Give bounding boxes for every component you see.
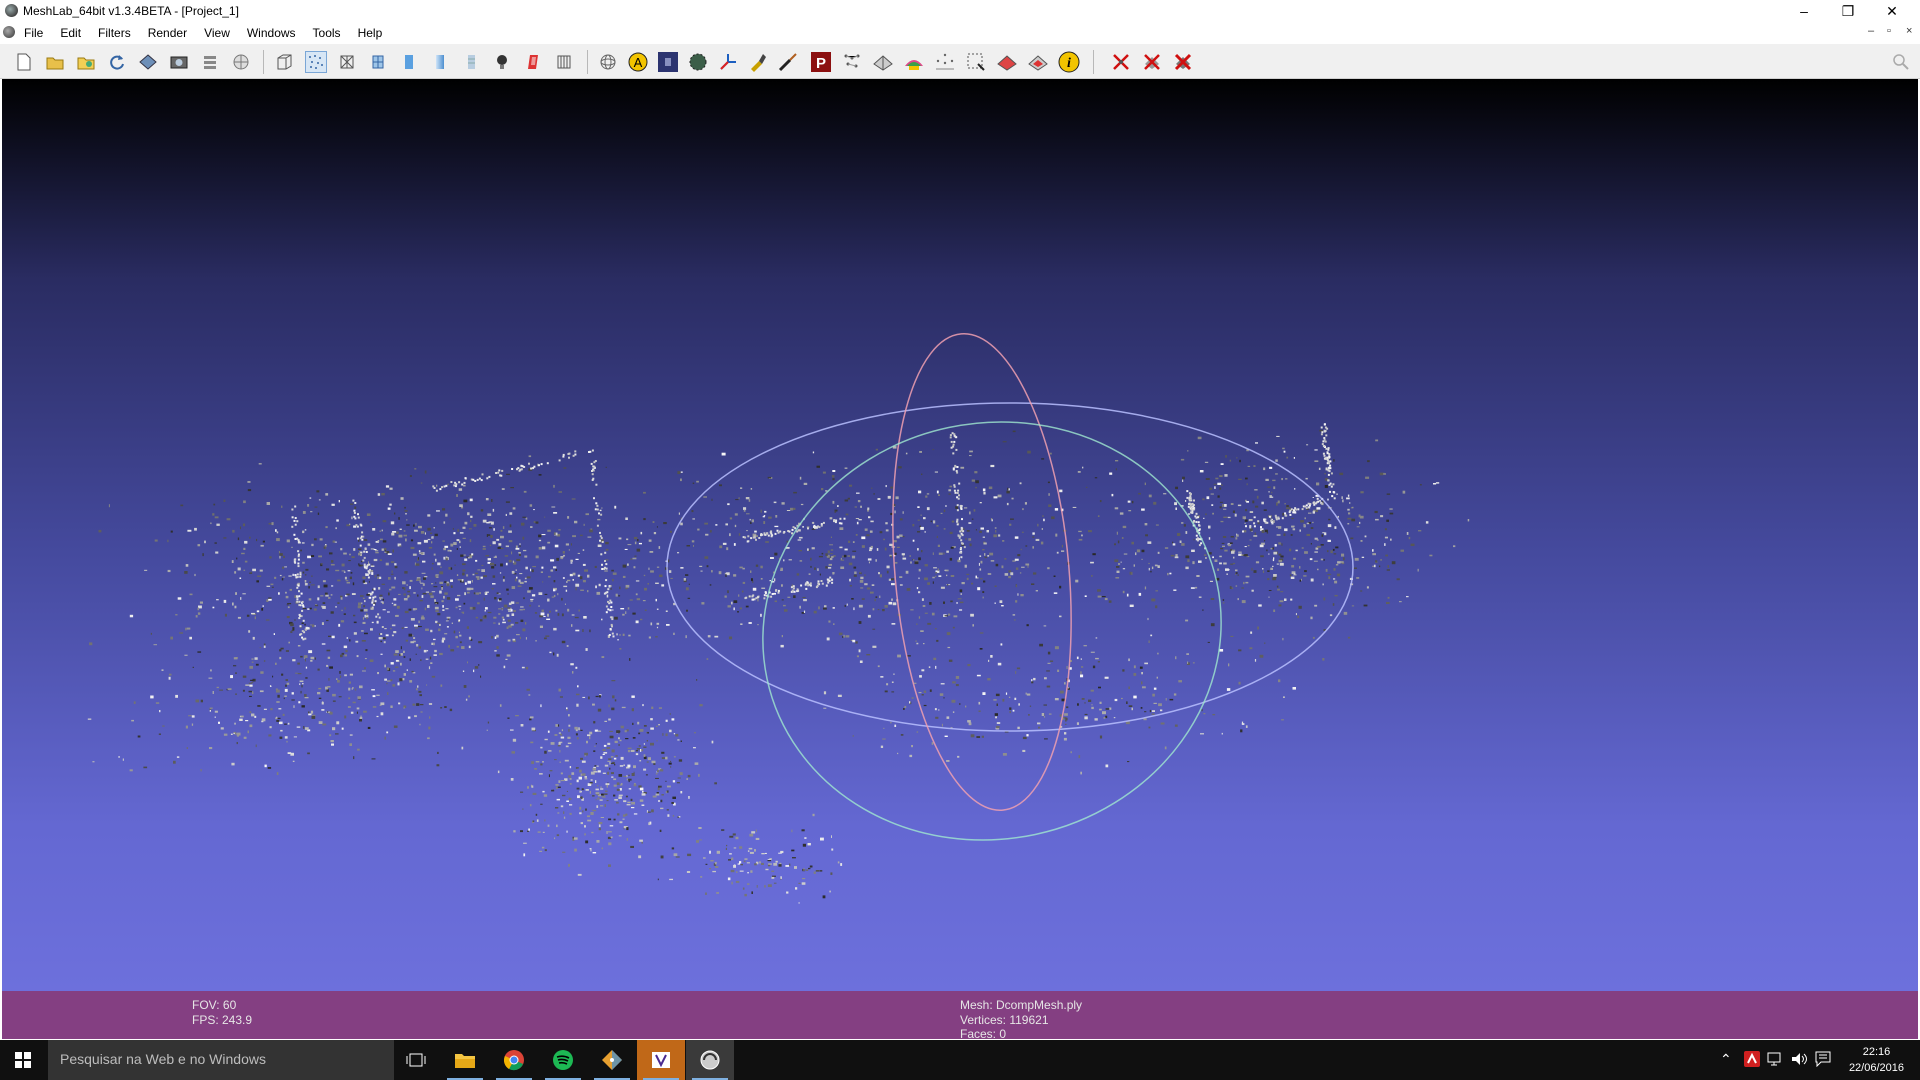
- open-mesh-icon[interactable]: [75, 51, 97, 73]
- search-input[interactable]: Pesquisar na Web e no Windows: [60, 1051, 266, 1067]
- sphere-icon[interactable]: [687, 51, 709, 73]
- fps-label: FPS: 243.9: [192, 1013, 253, 1027]
- fov-label: FOV: 60: [192, 998, 237, 1012]
- reference-icon[interactable]: [934, 51, 956, 73]
- reload-icon[interactable]: [106, 51, 128, 73]
- close-button[interactable]: ✕: [1870, 0, 1914, 22]
- mesh-edit-icon[interactable]: [872, 51, 894, 73]
- toolbar-separator: [1093, 50, 1094, 74]
- menu-help[interactable]: Help: [358, 26, 383, 40]
- spotify-icon[interactable]: [539, 1040, 587, 1080]
- color-icon[interactable]: [522, 51, 544, 73]
- bounding-box-icon[interactable]: [273, 51, 295, 73]
- points-icon[interactable]: [305, 51, 327, 73]
- faces-label: Faces: 0: [960, 1027, 1007, 1041]
- menu-bar: File Edit Filters Render View Windows To…: [0, 22, 1920, 44]
- 3d-viewport[interactable]: [2, 79, 1918, 991]
- trackball-vertical-ring: [892, 333, 1072, 811]
- delete-selection-icon[interactable]: [1110, 51, 1132, 73]
- toolbar-separator: [263, 50, 264, 74]
- render-mode-icon[interactable]: [230, 51, 252, 73]
- align-icon[interactable]: [841, 51, 863, 73]
- document-icon[interactable]: [3, 26, 15, 38]
- window-title: MeshLab_64bit v1.3.4BETA - [Project_1]: [23, 4, 239, 18]
- menu-tools[interactable]: Tools: [313, 26, 341, 40]
- save-icon[interactable]: [137, 51, 159, 73]
- minimize-button[interactable]: –: [1782, 0, 1826, 22]
- info-bar: FOV: 60 FPS: 243.9 Mesh: DcompMesh.ply V…: [2, 991, 1918, 1041]
- magnifier-icon[interactable]: [1890, 51, 1912, 73]
- raster-icon[interactable]: [657, 51, 679, 73]
- trackball-horizontal-ring: [666, 402, 1354, 732]
- texture-icon[interactable]: [460, 51, 482, 73]
- smooth-icon[interactable]: [429, 51, 451, 73]
- new-project-icon[interactable]: [13, 51, 35, 73]
- brush-icon[interactable]: [777, 51, 799, 73]
- annotation-icon[interactable]: A: [627, 51, 649, 73]
- start-button[interactable]: [0, 1040, 46, 1080]
- menu-windows[interactable]: Windows: [247, 26, 296, 40]
- select-vertices-icon[interactable]: [965, 51, 987, 73]
- mdi-close-button[interactable]: ×: [1906, 25, 1912, 37]
- select-faces-icon[interactable]: [996, 51, 1018, 73]
- antivirus-icon[interactable]: [1744, 1051, 1760, 1070]
- open-project-icon[interactable]: [44, 51, 66, 73]
- z-paint-icon[interactable]: [903, 51, 925, 73]
- flat-icon[interactable]: [398, 51, 420, 73]
- snapshot-icon[interactable]: [168, 51, 190, 73]
- mdi-restore-button[interactable]: ▫: [1887, 25, 1891, 37]
- svg-text:A: A: [634, 55, 643, 70]
- wireframe-icon[interactable]: [336, 51, 358, 73]
- svg-text:i: i: [1067, 56, 1071, 71]
- layer-dialog-icon[interactable]: [553, 51, 575, 73]
- mdi-minimize-button[interactable]: –: [1868, 25, 1874, 37]
- restore-button[interactable]: ❐: [1826, 0, 1870, 22]
- manipulator-icon[interactable]: [597, 51, 619, 73]
- menu-file[interactable]: File: [24, 26, 43, 40]
- info-icon[interactable]: i: [1058, 51, 1080, 73]
- clock-date: 22/06/2016: [1848, 1062, 1904, 1074]
- measure-icon[interactable]: [717, 51, 739, 73]
- delete-vertices-icon[interactable]: [1172, 51, 1194, 73]
- vertices-label: Vertices: 119621: [960, 1013, 1049, 1027]
- menu-render[interactable]: Render: [148, 26, 187, 40]
- taskbar: Pesquisar na Web e no Windows ⌃ 22:16 22…: [0, 1040, 1920, 1080]
- layers-icon[interactable]: [199, 51, 221, 73]
- delete-faces-icon[interactable]: [1141, 51, 1163, 73]
- light-icon[interactable]: [491, 51, 513, 73]
- chevron-up-icon[interactable]: ⌃: [1720, 1051, 1732, 1068]
- menu-view[interactable]: View: [204, 26, 230, 40]
- trackball-tilt-ring: [762, 421, 1222, 841]
- svg-text:P: P: [816, 55, 826, 72]
- task-view-icon[interactable]: [392, 1040, 440, 1080]
- menu-items: File Edit Filters Render View Windows To…: [24, 26, 399, 40]
- git-icon[interactable]: [588, 1040, 636, 1080]
- toolbar: A P i: [0, 44, 1920, 79]
- toolbar-separator: [587, 50, 588, 74]
- windows-logo-icon: [15, 1052, 31, 1068]
- title-bar: MeshLab_64bit v1.3.4BETA - [Project_1] –…: [0, 0, 1920, 22]
- hidden-lines-icon[interactable]: [367, 51, 389, 73]
- menu-filters[interactable]: Filters: [98, 26, 131, 40]
- network-icon[interactable]: [1767, 1051, 1785, 1070]
- clock-time: 22:16: [1862, 1046, 1891, 1058]
- notifications-icon[interactable]: [1815, 1051, 1831, 1070]
- pick-points-icon[interactable]: P: [810, 51, 832, 73]
- paint-icon[interactable]: [747, 51, 769, 73]
- file-explorer-icon[interactable]: [441, 1040, 489, 1080]
- meshlab-logo-icon: [5, 4, 18, 17]
- search-box[interactable]: Pesquisar na Web e no Windows: [48, 1040, 394, 1080]
- volume-icon[interactable]: [1791, 1051, 1809, 1070]
- meshlab-icon[interactable]: [686, 1040, 734, 1080]
- select-connected-icon[interactable]: [1027, 51, 1049, 73]
- menu-edit[interactable]: Edit: [60, 26, 81, 40]
- clock[interactable]: 22:16 22/06/2016: [1849, 1044, 1904, 1076]
- mesh-label: Mesh: DcompMesh.ply: [960, 998, 1083, 1012]
- visual-studio-icon[interactable]: [637, 1040, 685, 1080]
- chrome-icon[interactable]: [490, 1040, 538, 1080]
- trackball: [666, 333, 1354, 841]
